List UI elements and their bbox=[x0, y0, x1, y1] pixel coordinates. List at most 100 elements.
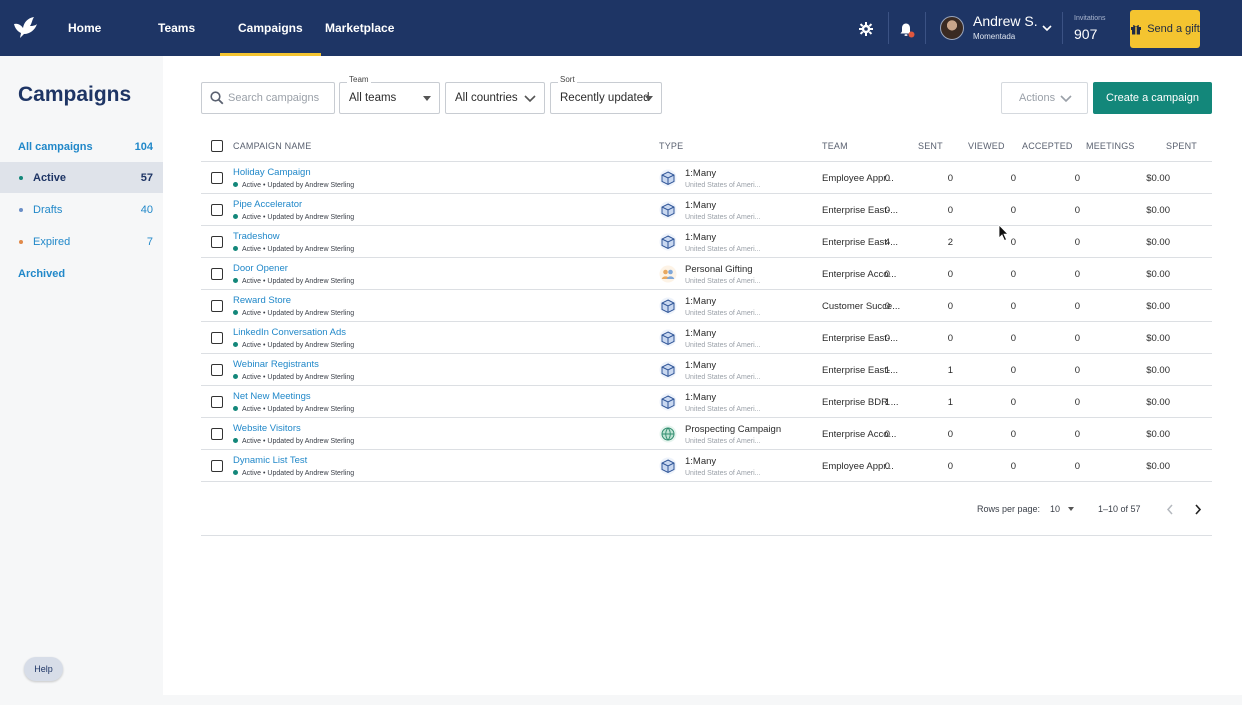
nav-marketplace[interactable]: Marketplace bbox=[325, 0, 394, 56]
avatar[interactable] bbox=[940, 16, 964, 40]
create-campaign-button[interactable]: Create a campaign bbox=[1093, 82, 1212, 114]
col-spent[interactable]: SPENT bbox=[1166, 141, 1197, 151]
mouse-cursor-icon bbox=[998, 224, 1009, 242]
actions-button[interactable]: Actions bbox=[1001, 82, 1088, 114]
cell-accepted: 0 bbox=[1010, 429, 1016, 440]
sort-select-value: Recently updated bbox=[560, 92, 650, 104]
status-dot-icon bbox=[233, 470, 238, 475]
row-checkbox[interactable] bbox=[211, 364, 223, 376]
campaign-name-link[interactable]: Holiday Campaign bbox=[233, 167, 311, 178]
rows-per-page-select[interactable]: 10 bbox=[1050, 504, 1074, 514]
sidebar-item-all-campaigns[interactable]: All campaigns 104 bbox=[0, 131, 163, 162]
select-all-checkbox[interactable] bbox=[211, 140, 223, 152]
row-checkbox[interactable] bbox=[211, 460, 223, 472]
chevron-down-icon[interactable] bbox=[1042, 24, 1052, 32]
sidebar-item-archived[interactable]: Archived bbox=[0, 258, 163, 289]
campaign-status: Active • Updated by Andrew Sterling bbox=[233, 310, 354, 317]
campaign-status-text: Active • Updated by Andrew Sterling bbox=[242, 470, 355, 477]
nav-home[interactable]: Home bbox=[68, 0, 101, 56]
campaign-name-link[interactable]: Tradeshow bbox=[233, 231, 280, 242]
campaign-name-link[interactable]: Pipe Accelerator bbox=[233, 199, 302, 210]
caret-down-icon bbox=[1067, 507, 1074, 511]
sidebar: Campaigns All campaigns 104 Active 57 Dr… bbox=[0, 56, 163, 705]
row-checkbox[interactable] bbox=[211, 204, 223, 216]
help-button[interactable]: Help bbox=[24, 657, 63, 681]
cell-viewed: 0 bbox=[947, 205, 953, 216]
status-dot-icon bbox=[233, 438, 238, 443]
table-row[interactable]: Holiday Campaign Active • Updated by Andr… bbox=[201, 162, 1212, 194]
campaign-name-link[interactable]: Website Visitors bbox=[233, 423, 301, 434]
row-checkbox[interactable] bbox=[211, 332, 223, 344]
countries-select[interactable]: All countries bbox=[445, 82, 545, 114]
search-field[interactable] bbox=[201, 82, 335, 114]
col-accepted[interactable]: ACCEPTED bbox=[1022, 141, 1073, 151]
nav-divider bbox=[925, 12, 926, 44]
user-name[interactable]: Andrew S. bbox=[973, 13, 1038, 29]
caret-down-icon bbox=[423, 96, 431, 101]
nav-campaigns[interactable]: Campaigns bbox=[220, 0, 321, 56]
table-row[interactable]: Net New Meetings Active • Updated by Andr… bbox=[201, 386, 1212, 418]
globe-icon bbox=[659, 425, 677, 443]
table-row[interactable]: Door Opener Active • Updated by Andrew St… bbox=[201, 258, 1212, 290]
campaign-name-link[interactable]: LinkedIn Conversation Ads bbox=[233, 327, 346, 338]
table-row[interactable]: Dynamic List Test Active • Updated by And… bbox=[201, 450, 1212, 482]
campaign-name-link[interactable]: Net New Meetings bbox=[233, 391, 311, 402]
cell-meetings: 0 bbox=[1074, 397, 1080, 408]
box-icon bbox=[659, 393, 677, 411]
col-type[interactable]: TYPE bbox=[659, 141, 683, 151]
page-title: Campaigns bbox=[18, 83, 132, 106]
row-checkbox[interactable] bbox=[211, 172, 223, 184]
cell-viewed: 0 bbox=[947, 301, 953, 312]
col-viewed[interactable]: VIEWED bbox=[968, 141, 1005, 151]
gear-icon[interactable] bbox=[859, 22, 873, 36]
send-gift-button[interactable]: Send a gift bbox=[1130, 10, 1200, 48]
sort-select[interactable]: Sort Recently updated bbox=[550, 75, 662, 114]
table-row[interactable]: Tradeshow Active • Updated by Andrew Ster… bbox=[201, 226, 1212, 258]
cell-meetings: 0 bbox=[1074, 301, 1080, 312]
cell-meetings: 0 bbox=[1074, 333, 1080, 344]
campaign-type: Prospecting Campaign bbox=[685, 424, 782, 435]
cell-sent: 0 bbox=[884, 173, 890, 184]
row-checkbox[interactable] bbox=[211, 236, 223, 248]
sidebar-item-expired[interactable]: Expired 7 bbox=[0, 226, 163, 257]
table-row[interactable]: LinkedIn Conversation Ads Active • Update… bbox=[201, 322, 1212, 354]
campaign-name-link[interactable]: Dynamic List Test bbox=[233, 455, 307, 466]
campaign-name-link[interactable]: Webinar Registrants bbox=[233, 359, 319, 370]
team-select[interactable]: Team All teams bbox=[339, 75, 440, 114]
sidebar-item-count: 57 bbox=[140, 171, 153, 184]
sidebar-item-active[interactable]: Active 57 bbox=[0, 162, 163, 193]
row-checkbox[interactable] bbox=[211, 428, 223, 440]
cell-meetings: 0 bbox=[1074, 269, 1080, 280]
cell-viewed: 0 bbox=[947, 333, 953, 344]
campaign-name-link[interactable]: Door Opener bbox=[233, 263, 288, 274]
col-meetings[interactable]: MEETINGS bbox=[1086, 141, 1135, 151]
row-checkbox[interactable] bbox=[211, 396, 223, 408]
status-dot-icon bbox=[233, 310, 238, 315]
status-dot-icon bbox=[19, 175, 23, 180]
dove-logo-icon[interactable] bbox=[12, 14, 38, 40]
col-team[interactable]: TEAM bbox=[822, 141, 848, 151]
campaign-status: Active • Updated by Andrew Sterling bbox=[233, 278, 354, 285]
table-row[interactable]: Website Visitors Active • Updated by Andr… bbox=[201, 418, 1212, 450]
campaign-status: Active • Updated by Andrew Sterling bbox=[233, 246, 354, 253]
chevron-left-icon[interactable] bbox=[1166, 504, 1174, 515]
table-row[interactable]: Reward Store Active • Updated by Andrew S… bbox=[201, 290, 1212, 322]
sidebar-item-drafts[interactable]: Drafts 40 bbox=[0, 194, 163, 225]
send-gift-label: Send a gift bbox=[1147, 23, 1200, 35]
search-input[interactable] bbox=[228, 83, 332, 113]
actions-label: Actions bbox=[1019, 92, 1056, 104]
chevron-right-icon[interactable] bbox=[1194, 504, 1202, 515]
bell-icon[interactable] bbox=[899, 22, 915, 38]
table-row[interactable]: Webinar Registrants Active • Updated by A… bbox=[201, 354, 1212, 386]
col-campaign-name[interactable]: CAMPAIGN NAME bbox=[233, 141, 311, 151]
campaign-name-link[interactable]: Reward Store bbox=[233, 295, 291, 306]
table-row[interactable]: Pipe Accelerator Active • Updated by Andr… bbox=[201, 194, 1212, 226]
campaign-status-text: Active • Updated by Andrew Sterling bbox=[242, 182, 355, 189]
status-dot-icon bbox=[233, 374, 238, 379]
col-sent[interactable]: SENT bbox=[918, 141, 943, 151]
nav-teams[interactable]: Teams bbox=[158, 0, 195, 56]
row-checkbox[interactable] bbox=[211, 300, 223, 312]
campaign-status: Active • Updated by Andrew Sterling bbox=[233, 342, 354, 349]
campaign-status: Active • Updated by Andrew Sterling bbox=[233, 470, 354, 477]
row-checkbox[interactable] bbox=[211, 268, 223, 280]
